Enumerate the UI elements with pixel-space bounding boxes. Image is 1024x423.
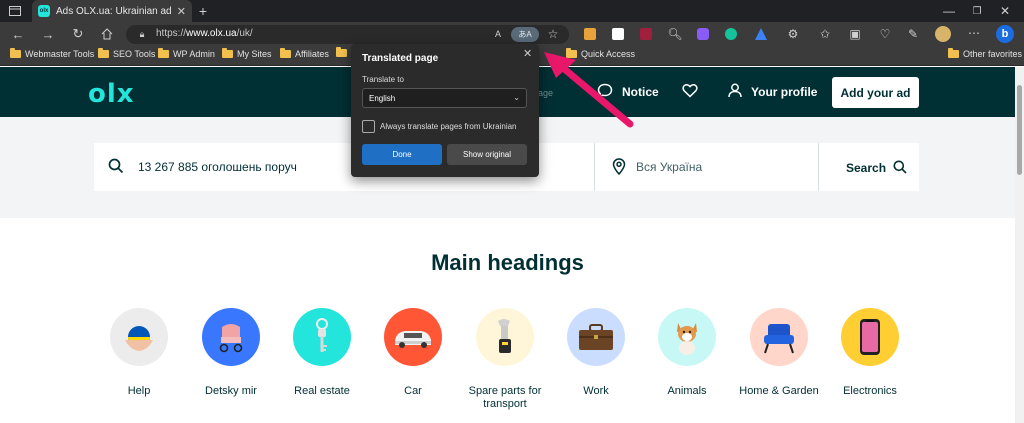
popup-title: Translated page — [362, 53, 439, 64]
extension-purple-icon[interactable] — [697, 28, 709, 40]
add-ad-button[interactable]: Add your ad — [832, 77, 919, 108]
bookmark-my-sites[interactable]: My Sites — [222, 48, 272, 59]
url-text: https://www.olx.ua/uk/ — [156, 28, 253, 39]
user-icon — [728, 83, 742, 101]
browser-essentials-icon[interactable]: ♡ — [878, 27, 892, 41]
browser-window: olx Ads OLX.ua: Ukrainian ad service ✕ +… — [0, 0, 1024, 423]
dog-icon — [658, 308, 716, 366]
folder-icon — [222, 48, 233, 58]
forward-icon[interactable]: → — [40, 27, 56, 42]
search-button[interactable]: Search — [846, 160, 907, 177]
chevron-down-icon: ⌄ — [513, 93, 520, 102]
collections-icon[interactable]: ▣ — [848, 27, 862, 41]
armchair-icon — [750, 308, 808, 366]
folder-icon — [10, 48, 21, 58]
extension-search-icon[interactable]: 🔍︎ — [667, 27, 682, 41]
search-icon — [108, 158, 124, 179]
olx-favicon-icon: olx — [38, 5, 50, 17]
address-bar[interactable]: 🔒︎ https://www.olx.ua/uk/ A あA ☆ — [126, 25, 569, 44]
new-tab-icon[interactable]: + — [196, 3, 210, 19]
nav-profile[interactable]: Your profile — [728, 83, 817, 101]
search-button-icon — [893, 160, 907, 177]
car-icon — [384, 308, 442, 366]
always-translate-checkbox[interactable] — [362, 120, 375, 133]
location-input[interactable]: Вся Україна — [636, 160, 702, 174]
help-hands-icon — [110, 308, 168, 366]
search-input[interactable]: 13 267 885 оголошень поруч — [138, 160, 297, 174]
wrench-icon — [476, 308, 534, 366]
extension-gift-icon[interactable] — [584, 28, 596, 40]
tab-strip: olx Ads OLX.ua: Ukrainian ad service ✕ +… — [0, 0, 1024, 22]
nav-profile-label: Your profile — [751, 85, 818, 99]
search-button-label: Search — [846, 161, 887, 175]
favorite-star-icon[interactable]: ☆ — [546, 27, 560, 41]
folder-icon — [280, 48, 291, 58]
translate-to-label: Translate to — [362, 75, 404, 84]
category-label: Electronics — [843, 385, 897, 397]
close-tab-icon[interactable]: ✕ — [177, 5, 186, 18]
folder-icon — [98, 48, 109, 58]
bookmark-webmaster-tools[interactable]: Webmaster Tools — [10, 48, 94, 59]
key-icon — [293, 308, 351, 366]
home-icon[interactable] — [99, 27, 115, 41]
bookmark-affiliates[interactable]: Affiliates — [280, 48, 329, 59]
refresh-icon[interactable]: ↻ — [70, 26, 86, 41]
extension-w-icon[interactable] — [612, 28, 624, 40]
restore-icon[interactable]: ❐ — [970, 4, 984, 18]
folder-icon — [948, 48, 959, 58]
page-scrollbar[interactable] — [1015, 67, 1024, 423]
more-menu-icon[interactable]: ⋯ — [967, 26, 981, 40]
bookmark-other-favorites[interactable]: Other favorites — [948, 48, 1022, 59]
translate-popup: Translated page ✕ Translate to English ⌄… — [351, 44, 539, 177]
window-close-icon[interactable]: ✕ — [998, 4, 1012, 18]
tab-actions-icon[interactable] — [8, 5, 22, 17]
always-translate-label[interactable]: Always translate pages from Ukrainian — [380, 122, 517, 131]
tab-title: Ads OLX.ua: Ukrainian ad service — [56, 5, 173, 17]
search-divider — [594, 143, 595, 191]
extension-triangle-icon[interactable] — [755, 28, 767, 40]
read-aloud-icon[interactable]: A — [491, 28, 505, 40]
category-electronics[interactable]: Electronics — [815, 308, 925, 398]
folder-icon — [158, 48, 169, 58]
stroller-icon — [202, 308, 260, 366]
grammarly-icon[interactable] — [725, 28, 737, 40]
minimize-icon[interactable]: — — [942, 4, 956, 18]
language-select-value: English — [369, 93, 396, 103]
navigation-toolbar: ← → ↻ 🔒︎ https://www.olx.ua/uk/ A あA ☆ 🔍… — [0, 22, 1024, 46]
edit-icon[interactable]: ✎ — [906, 27, 920, 41]
active-tab[interactable]: olx Ads OLX.ua: Ukrainian ad service ✕ — [32, 0, 192, 22]
done-button[interactable]: Done — [362, 144, 442, 165]
search-divider — [818, 143, 819, 191]
favorites-icon[interactable]: ✩ — [818, 27, 832, 41]
lock-icon[interactable]: 🔒︎ — [136, 28, 148, 40]
back-icon[interactable]: ← — [10, 27, 26, 42]
bing-copilot-icon[interactable]: b — [996, 25, 1014, 43]
heart-icon[interactable] — [682, 83, 698, 98]
smartphone-icon — [841, 308, 899, 366]
popup-close-icon[interactable]: ✕ — [523, 47, 532, 60]
bookmark-wp-admin[interactable]: WP Admin — [158, 48, 215, 59]
scrollbar-thumb[interactable] — [1017, 85, 1022, 175]
folder-icon — [336, 47, 347, 57]
olx-logo[interactable]: olx — [88, 79, 135, 109]
bookmark-seo-tools[interactable]: SEO Tools — [98, 48, 155, 59]
language-select[interactable]: English ⌄ — [362, 88, 527, 108]
annotation-arrow-icon — [544, 52, 634, 128]
briefcase-icon — [567, 308, 625, 366]
profile-avatar[interactable] — [935, 26, 951, 42]
main-headings-title: Main headings — [431, 250, 584, 275]
location-pin-icon — [612, 158, 626, 180]
show-original-button[interactable]: Show original — [447, 144, 527, 165]
extension-pocket-icon[interactable] — [640, 28, 652, 40]
bookmark-hidden-folder[interactable] — [336, 47, 351, 57]
extensions-puzzle-icon[interactable]: ⚙︎ — [786, 27, 800, 41]
